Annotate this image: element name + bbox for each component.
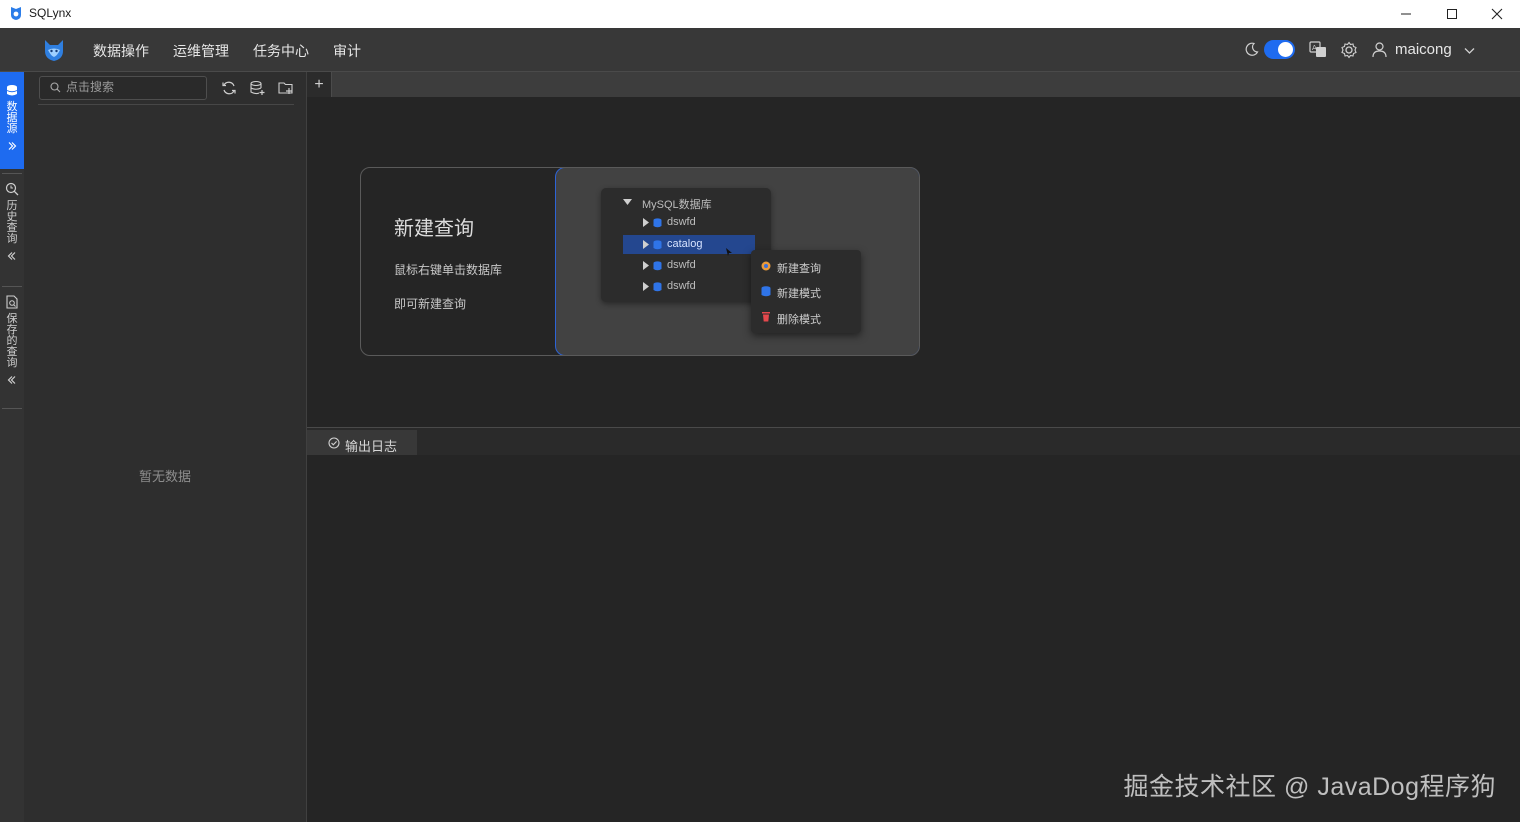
rail-divider bbox=[2, 173, 22, 174]
menu-item-label: 新建查询 bbox=[777, 263, 821, 275]
window-title: SQLynx bbox=[29, 6, 72, 20]
window-titlebar: SQLynx bbox=[0, 0, 1520, 28]
menu-item-label: 删除模式 bbox=[777, 314, 821, 326]
search-box[interactable] bbox=[39, 76, 207, 100]
caret-right-icon bbox=[643, 261, 649, 270]
new-schema-icon bbox=[761, 286, 771, 297]
settings-gear-icon[interactable] bbox=[1340, 41, 1358, 59]
double-chevron-left-icon bbox=[7, 376, 16, 384]
lynx-logo-icon[interactable] bbox=[42, 38, 66, 62]
database-icon bbox=[6, 85, 18, 96]
saved-query-icon bbox=[6, 295, 18, 309]
caret-right-icon bbox=[643, 282, 649, 291]
database-icon bbox=[653, 282, 662, 292]
check-circle-icon bbox=[328, 437, 340, 449]
database-icon bbox=[653, 218, 662, 228]
output-log-tab[interactable]: 输出日志 bbox=[307, 430, 417, 455]
output-log-label: 输出日志 bbox=[345, 439, 398, 454]
tree-row-label: dswfd bbox=[667, 280, 696, 292]
new-folder-icon[interactable] bbox=[278, 80, 294, 96]
tree-row-label: dswfd bbox=[667, 259, 696, 271]
minimize-button[interactable] bbox=[1383, 0, 1429, 28]
tree-row: dswfd bbox=[601, 213, 771, 232]
rail-tab-datasource[interactable]: 数据源 bbox=[0, 72, 24, 169]
rail-tab-label: 数据源 bbox=[6, 101, 18, 135]
menu-item: 新建模式 bbox=[751, 279, 861, 303]
caret-right-icon bbox=[643, 218, 649, 227]
nav-task-center[interactable]: 任务中心 bbox=[253, 41, 309, 61]
editor-tab-strip bbox=[307, 72, 1520, 97]
username-label[interactable]: maicong bbox=[1395, 41, 1452, 58]
guide-instruction-1: 鼠标右键单击数据库 bbox=[394, 263, 503, 277]
guide-title: 新建查询 bbox=[394, 218, 474, 240]
rail-tab-history[interactable]: 历史查询 bbox=[0, 176, 24, 280]
close-button[interactable] bbox=[1474, 0, 1520, 28]
search-history-icon bbox=[5, 182, 19, 196]
add-tab-button[interactable]: + bbox=[307, 72, 332, 97]
minimize-icon bbox=[1401, 13, 1411, 15]
double-chevron-right-icon bbox=[8, 142, 17, 150]
new-query-icon bbox=[761, 261, 771, 271]
search-icon bbox=[50, 82, 61, 93]
translate-icon[interactable]: A bbox=[1309, 41, 1327, 58]
rail-tab-saved-queries[interactable]: 保存的查询 bbox=[0, 289, 24, 404]
caret-right-icon bbox=[643, 240, 649, 249]
tree-row-label: MySQL数据库 bbox=[642, 199, 712, 211]
tree-row-label: catalog bbox=[667, 238, 703, 250]
nav-ops-management[interactable]: 运维管理 bbox=[173, 41, 229, 61]
menu-item: 新建查询 bbox=[751, 254, 861, 278]
rail-tab-label: 保存的查询 bbox=[6, 313, 18, 369]
close-icon bbox=[1491, 8, 1503, 20]
app-logo-icon bbox=[11, 7, 21, 20]
nav-audit[interactable]: 审计 bbox=[333, 41, 361, 61]
sidebar-divider bbox=[38, 104, 294, 105]
double-chevron-left-icon bbox=[7, 252, 16, 260]
nav-data-operations[interactable]: 数据操作 bbox=[93, 41, 149, 61]
guide-instruction-2: 即可新建查询 bbox=[394, 297, 467, 311]
rail-divider bbox=[2, 286, 22, 287]
rail-tab-label: 历史查询 bbox=[6, 200, 18, 245]
user-icon[interactable] bbox=[1371, 41, 1388, 58]
database-icon bbox=[653, 261, 662, 271]
tree-row-selected: catalog bbox=[623, 235, 755, 254]
add-datasource-icon[interactable] bbox=[249, 80, 265, 96]
svg-text:A: A bbox=[1312, 44, 1317, 52]
guide-demo-illustration: MySQL数据库 dswfd catalog dswfd dswfd 新建查询 … bbox=[555, 168, 919, 355]
new-query-guide-card: 新建查询 鼠标右键单击数据库 即可新建查询 MySQL数据库 dswfd cat… bbox=[360, 167, 920, 356]
maximize-button[interactable] bbox=[1429, 0, 1475, 28]
demo-tree-panel: MySQL数据库 dswfd catalog dswfd dswfd bbox=[601, 188, 771, 302]
left-rail: 数据源 历史查询 保存的查询 bbox=[0, 72, 25, 822]
search-input[interactable] bbox=[66, 79, 196, 95]
demo-context-menu: 新建查询 新建模式 删除模式 bbox=[751, 250, 861, 333]
mouse-cursor-icon bbox=[726, 248, 732, 256]
empty-state-text: 暂无数据 bbox=[138, 469, 191, 484]
chevron-down-icon[interactable] bbox=[1464, 47, 1475, 55]
database-icon bbox=[653, 240, 662, 250]
moon-icon bbox=[1245, 42, 1259, 56]
maximize-icon bbox=[1447, 9, 1457, 19]
datasource-sidebar: 暂无数据 bbox=[24, 72, 307, 822]
tree-row-label: dswfd bbox=[667, 216, 696, 228]
tree-row: dswfd bbox=[601, 277, 771, 296]
output-panel-header bbox=[307, 428, 1520, 455]
menu-item: 删除模式 bbox=[751, 305, 861, 329]
tree-row: dswfd bbox=[601, 256, 771, 275]
toggle-knob bbox=[1278, 42, 1293, 57]
app-header: 数据操作 运维管理 任务中心 审计 A maicong bbox=[0, 28, 1520, 72]
watermark-text: 掘金技术社区 @ JavaDog程序狗 bbox=[1123, 773, 1496, 801]
menu-item-label: 新建模式 bbox=[777, 288, 821, 300]
refresh-icon[interactable] bbox=[221, 80, 237, 96]
theme-toggle[interactable] bbox=[1264, 40, 1295, 59]
tree-row: MySQL数据库 bbox=[601, 192, 771, 211]
delete-icon bbox=[762, 312, 770, 322]
caret-down-icon bbox=[623, 199, 632, 205]
rail-divider bbox=[2, 408, 22, 409]
